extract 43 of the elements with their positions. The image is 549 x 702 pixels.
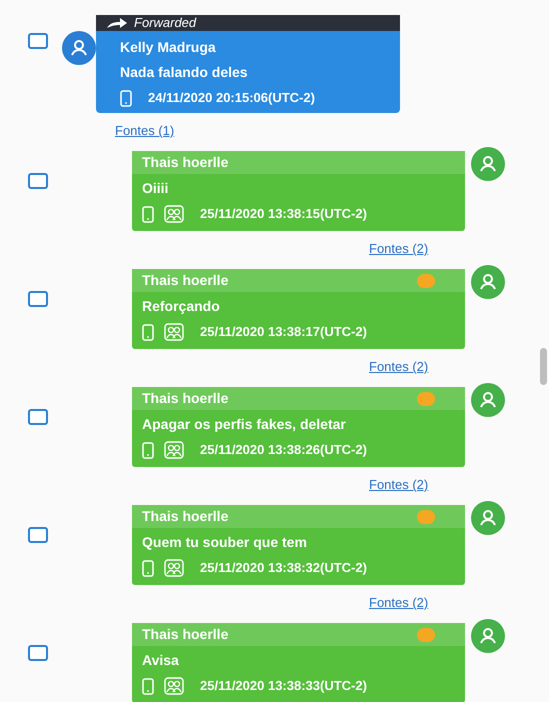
checkbox[interactable] — [28, 291, 48, 307]
avatar-icon — [471, 501, 505, 535]
phone-icon — [120, 90, 132, 106]
forward-arrow-icon — [106, 17, 128, 29]
message-text: Reforçando — [142, 297, 221, 316]
sender-name: Thais hoerlle — [142, 625, 228, 644]
checkbox[interactable] — [28, 645, 48, 661]
sender-name: Thais hoerlle — [142, 507, 228, 526]
message-timestamp: 25/11/2020 13:38:33(UTC-2) — [200, 677, 367, 696]
sources-link[interactable]: Fontes (2) — [369, 475, 428, 492]
avatar-icon — [471, 265, 505, 299]
phone-icon — [142, 324, 154, 340]
checkbox[interactable] — [28, 173, 48, 189]
sources-link[interactable]: Fontes (1) — [115, 121, 174, 138]
checkbox[interactable] — [28, 409, 48, 425]
message-timestamp: 25/11/2020 13:38:17(UTC-2) — [200, 323, 367, 342]
message-text: Apagar os perfis fakes, deletar — [142, 415, 347, 434]
message-timestamp: 25/11/2020 13:38:15(UTC-2) — [200, 205, 367, 224]
forwarded-label: Forwarded — [134, 14, 196, 32]
message-timestamp: 25/11/2020 13:38:26(UTC-2) — [200, 441, 367, 460]
avatar-icon — [471, 147, 505, 181]
scrollbar-thumb[interactable] — [540, 348, 547, 385]
message-text: Oiiii — [142, 179, 170, 198]
sender-name: Kelly Madruga — [120, 38, 217, 57]
avatar-icon — [471, 383, 505, 417]
checkbox[interactable] — [28, 527, 48, 543]
message-timestamp: 24/11/2020 20:15:06(UTC-2) — [148, 89, 315, 108]
message-text: Avisa — [142, 651, 180, 670]
sources-link[interactable]: Fontes (2) — [369, 239, 428, 256]
message-text: Nada falando deles — [120, 63, 249, 82]
sender-name: Thais hoerlle — [142, 153, 228, 172]
checkbox[interactable] — [28, 33, 48, 49]
phone-icon — [142, 678, 154, 694]
message-timestamp: 25/11/2020 13:38:32(UTC-2) — [200, 559, 367, 578]
phone-icon — [142, 560, 154, 576]
sources-link[interactable]: Fontes (2) — [369, 357, 428, 374]
sender-name: Thais hoerlle — [142, 271, 228, 290]
phone-icon — [142, 442, 154, 458]
message-text: Quem tu souber que tem — [142, 533, 308, 552]
sources-link[interactable]: Fontes (2) — [369, 593, 428, 610]
avatar-icon — [471, 619, 505, 653]
sender-name: Thais hoerlle — [142, 389, 228, 408]
phone-icon — [142, 206, 154, 222]
